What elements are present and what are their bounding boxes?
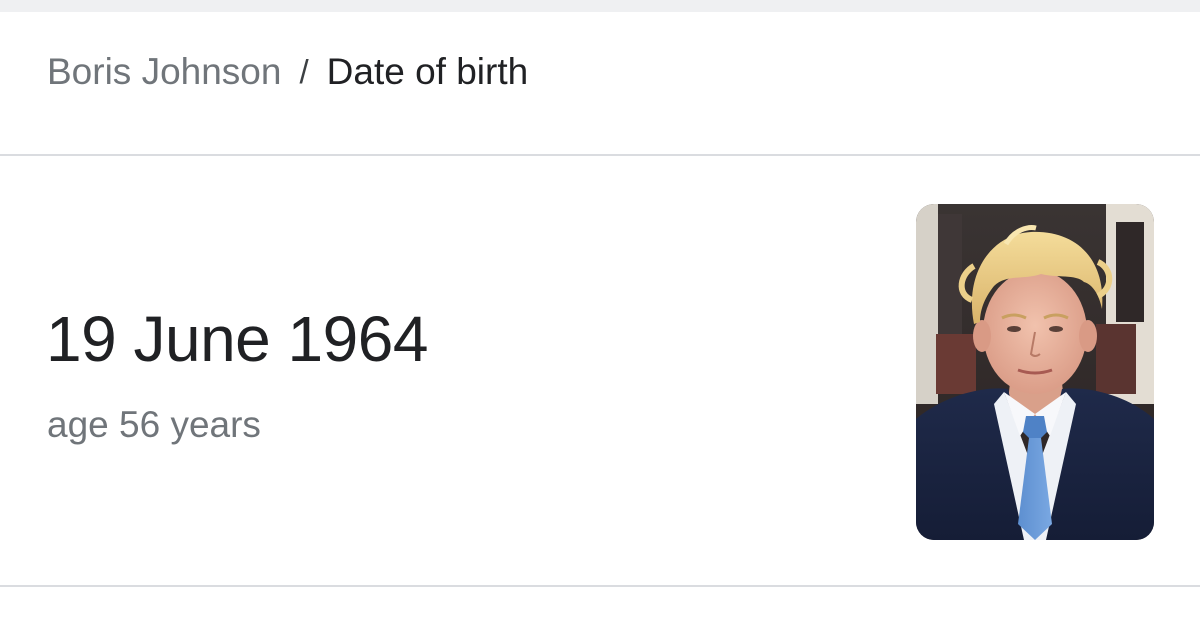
breadcrumb: Boris Johnson / Date of birth (47, 50, 528, 94)
portrait-thumbnail[interactable] (916, 204, 1154, 540)
top-strip (0, 0, 1200, 12)
breadcrumb-entity-link[interactable]: Boris Johnson (47, 51, 281, 93)
divider (0, 154, 1200, 156)
breadcrumb-separator: / (299, 53, 309, 90)
age-text: age 56 years (47, 404, 261, 445)
divider (0, 585, 1200, 587)
portrait-image (916, 204, 1154, 540)
breadcrumb-attribute: Date of birth (326, 51, 529, 92)
date-of-birth-value: 19 June 1964 (46, 303, 428, 375)
